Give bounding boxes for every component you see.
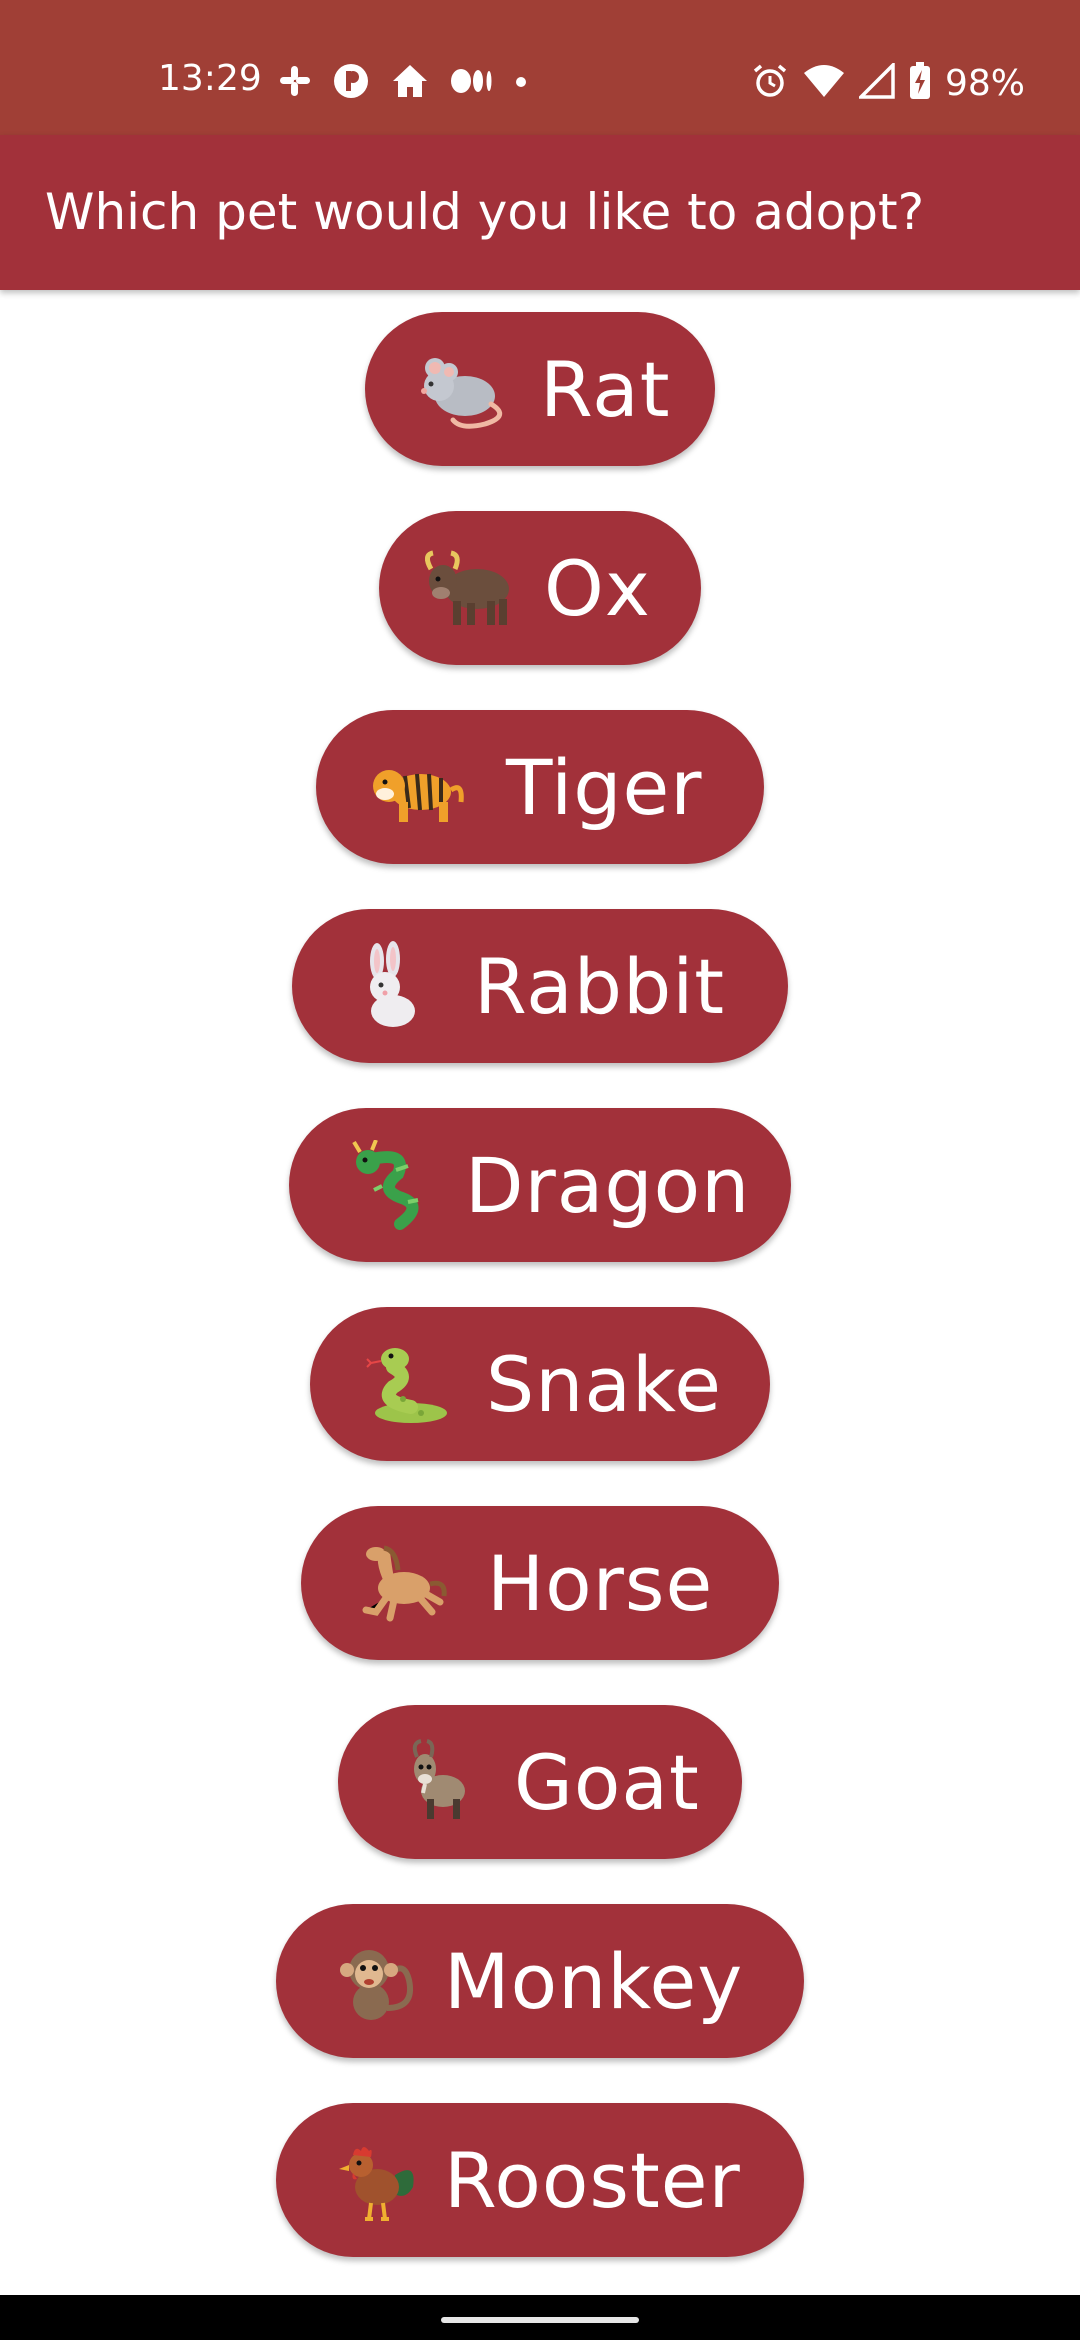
app-p-icon <box>332 62 370 104</box>
pet-button-tiger[interactable]: Tiger <box>316 710 764 864</box>
rooster-icon <box>320 2125 430 2235</box>
pet-label: Ox <box>544 543 651 633</box>
app-bar: Which pet would you like to adopt? <box>0 135 1080 290</box>
home-icon <box>390 62 430 104</box>
dot-icon <box>514 74 528 93</box>
status-time: 13:29 <box>158 58 262 99</box>
pet-label: Monkey <box>444 1936 744 2026</box>
home-gesture-handle[interactable] <box>441 2317 639 2323</box>
system-icons: 98% <box>751 58 1025 108</box>
pet-button-ox[interactable]: Ox <box>379 511 701 665</box>
pet-button-snake[interactable]: Snake <box>310 1307 770 1461</box>
battery-percent: 98% <box>944 62 1025 104</box>
pet-label: Tiger <box>506 742 703 832</box>
pet-button-horse[interactable]: Horse <box>301 1506 779 1660</box>
signal-icon <box>856 60 895 103</box>
notification-icons <box>278 58 528 108</box>
navigation-bar <box>0 2295 1080 2340</box>
rat-icon <box>408 334 518 444</box>
pet-button-dragon[interactable]: Dragon <box>289 1108 791 1262</box>
battery-charging-icon <box>909 62 931 104</box>
pet-label: Rabbit <box>474 941 726 1031</box>
tiger-icon <box>360 732 470 842</box>
ox-icon <box>414 533 524 643</box>
pet-label: Snake <box>486 1339 723 1429</box>
pet-label: Rooster <box>444 2135 741 2225</box>
page-title: Which pet would you like to adopt? <box>45 183 925 241</box>
pet-label: Goat <box>514 1737 700 1827</box>
pet-button-goat[interactable]: Goat <box>338 1705 742 1859</box>
alarm-icon <box>751 62 789 104</box>
wifi-icon <box>803 63 845 103</box>
pet-button-monkey[interactable]: Monkey <box>276 1904 804 2058</box>
goat-icon <box>382 1727 492 1837</box>
dragon-icon <box>333 1130 443 1240</box>
horse-icon <box>345 1528 455 1638</box>
pet-label: Dragon <box>465 1140 751 1230</box>
pet-button-rat[interactable]: Rat <box>365 312 715 466</box>
pet-button-rabbit[interactable]: Rabbit <box>292 909 788 1063</box>
snake-icon <box>354 1329 464 1439</box>
slack-icon <box>278 64 312 102</box>
status-bar: 13:29 98% <box>0 0 1080 135</box>
pet-label: Rat <box>540 344 671 434</box>
pet-label: Horse <box>487 1538 714 1628</box>
rabbit-icon <box>336 931 446 1041</box>
monkey-icon <box>320 1926 430 2036</box>
medium-icon <box>450 66 494 100</box>
pet-button-rooster[interactable]: Rooster <box>276 2103 804 2257</box>
